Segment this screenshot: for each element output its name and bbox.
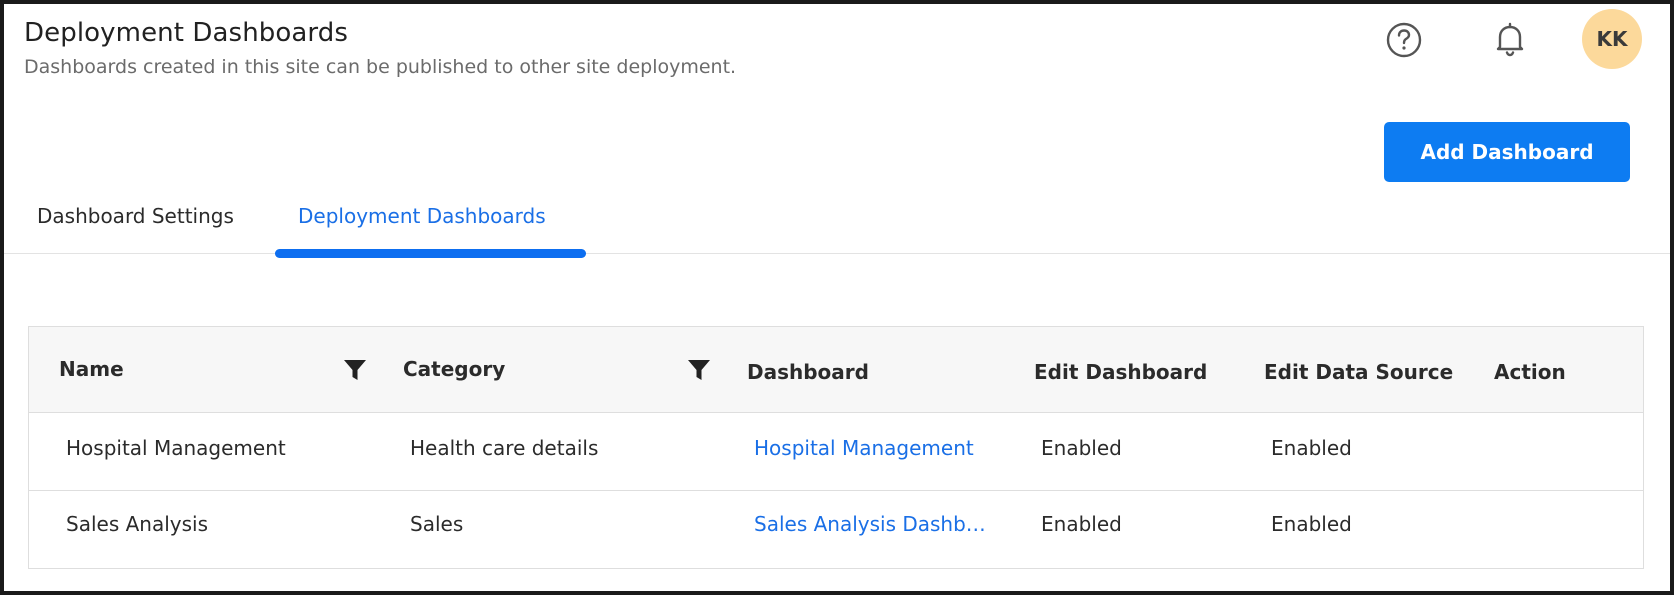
add-dashboard-button[interactable]: Add Dashboard [1384, 122, 1630, 182]
row-edit-dashboard-cell: Enabled [1041, 436, 1122, 460]
dashboards-grid: Name Category Dashboard Edit Dashboard E… [28, 326, 1644, 569]
column-header-action: Action [1494, 360, 1566, 384]
row-dashboard-link[interactable]: Hospital Management [754, 436, 990, 460]
tab-deployment-dashboards[interactable]: Deployment Dashboards [298, 204, 546, 228]
column-header-dashboard[interactable]: Dashboard [747, 360, 869, 384]
row-name-cell: Sales Analysis [66, 512, 208, 536]
tab-dashboard-settings[interactable]: Dashboard Settings [37, 204, 234, 228]
page-title: Deployment Dashboards [24, 18, 349, 48]
column-header-category[interactable]: Category [403, 357, 505, 381]
deployment-dashboards-page: Deployment Dashboards Dashboards created… [4, 4, 1670, 591]
row-name-cell: Hospital Management [66, 436, 286, 460]
column-header-edit-data-source[interactable]: Edit Data Source [1264, 360, 1453, 384]
row-edit-data-source-cell: Enabled [1271, 436, 1352, 460]
page-subtitle: Dashboards created in this site can be p… [24, 56, 737, 78]
row-category-cell: Health care details [410, 436, 599, 460]
row-edit-dashboard-cell: Enabled [1041, 512, 1122, 536]
bell-icon[interactable] [1490, 19, 1530, 59]
name-filter-icon[interactable] [343, 359, 367, 381]
active-tab-indicator [275, 249, 586, 258]
row-category-cell: Sales [410, 512, 464, 536]
row-dashboard-link[interactable]: Sales Analysis Dashboard [754, 512, 990, 536]
help-icon[interactable] [1384, 20, 1424, 60]
row-edit-data-source-cell: Enabled [1271, 512, 1352, 536]
category-filter-icon[interactable] [687, 359, 711, 381]
row-divider [29, 490, 1643, 491]
column-header-edit-dashboard[interactable]: Edit Dashboard [1034, 360, 1207, 384]
tabs-divider [4, 253, 1670, 254]
column-header-name[interactable]: Name [59, 357, 124, 381]
user-avatar[interactable]: KK [1582, 9, 1642, 69]
grid-header: Name Category Dashboard Edit Dashboard E… [29, 327, 1643, 413]
